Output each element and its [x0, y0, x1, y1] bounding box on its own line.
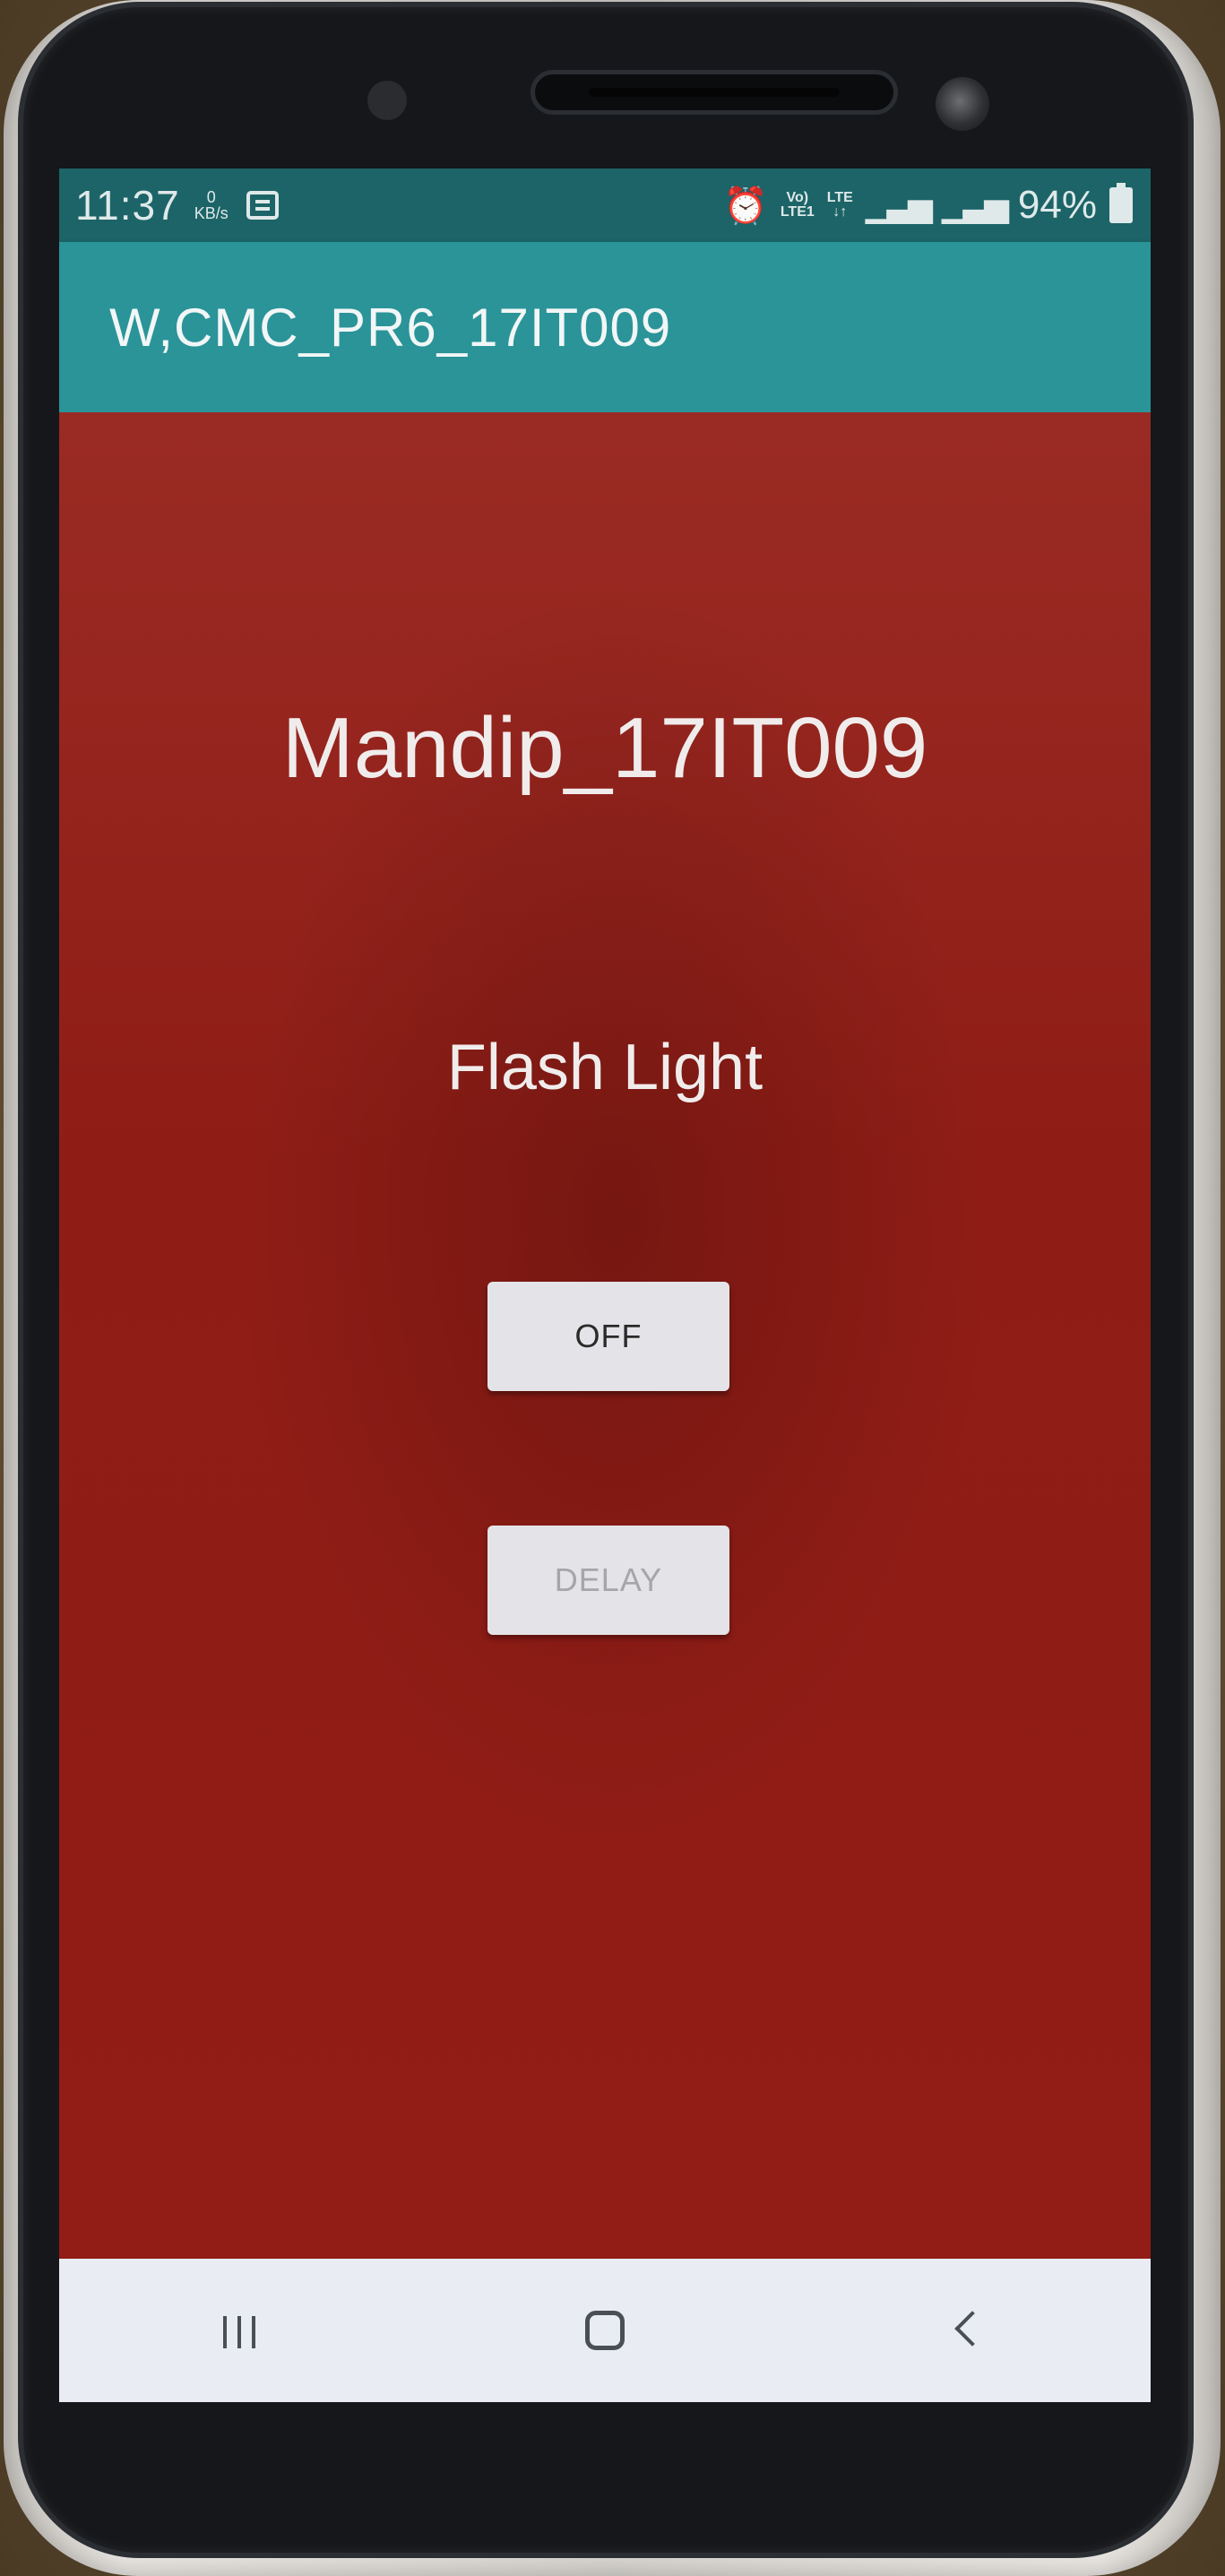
back-icon[interactable]: [933, 2295, 1005, 2366]
main-content: Mandip_17IT009 Flash Light OFF DELAY: [59, 412, 1151, 2259]
earpiece-speaker: [531, 70, 898, 115]
delay-button[interactable]: DELAY: [487, 1526, 729, 1635]
net-speed-value: 0: [206, 188, 216, 206]
alarm-icon: ⏰: [723, 186, 768, 226]
status-time: 11:37: [75, 182, 180, 229]
app-bar: W,CMC_PR6_17IT009: [59, 242, 1151, 412]
volte-indicator: Vo) LTE1: [781, 191, 815, 220]
signal-icon: ▁▃▅: [865, 186, 933, 223]
home-icon[interactable]: [569, 2295, 641, 2366]
status-right-group: ⏰ Vo) LTE1 LTE ↓↑ ▁▃▅ ▁▃▅ 94%: [723, 183, 1133, 228]
app-title: W,CMC_PR6_17IT009: [109, 297, 672, 358]
phone-screen: 11:37 0 KB/s ⏰ Vo) LTE1 LTE ↓↑ ▁▃▅ ▁▃▅ 9…: [59, 169, 1151, 2402]
bottom-bezel: [59, 2402, 1151, 2510]
status-bar: 11:37 0 KB/s ⏰ Vo) LTE1 LTE ↓↑ ▁▃▅ ▁▃▅ 9…: [59, 169, 1151, 242]
feature-heading: Flash Light: [446, 1032, 763, 1103]
front-camera: [936, 77, 989, 131]
recent-apps-icon[interactable]: [205, 2295, 277, 2366]
navigation-bar: [59, 2259, 1151, 2402]
lte1-label: LTE1: [780, 204, 815, 220]
battery-percentage: 94%: [1017, 183, 1097, 227]
lte-label: LTE: [826, 190, 853, 205]
battery-icon: [1109, 183, 1133, 223]
net-speed-indicator: 0 KB/s: [194, 189, 229, 221]
net-speed-unit: KB/s: [194, 204, 229, 222]
lte-indicator: LTE ↓↑: [826, 190, 853, 220]
proximity-sensor: [367, 81, 407, 120]
name-heading: Mandip_17IT009: [281, 700, 928, 796]
off-button[interactable]: OFF: [487, 1282, 729, 1391]
wifi-icon: [246, 191, 279, 220]
volte-label: Vo): [786, 190, 809, 205]
signal-icon-sim2: ▁▃▅: [941, 186, 1009, 223]
